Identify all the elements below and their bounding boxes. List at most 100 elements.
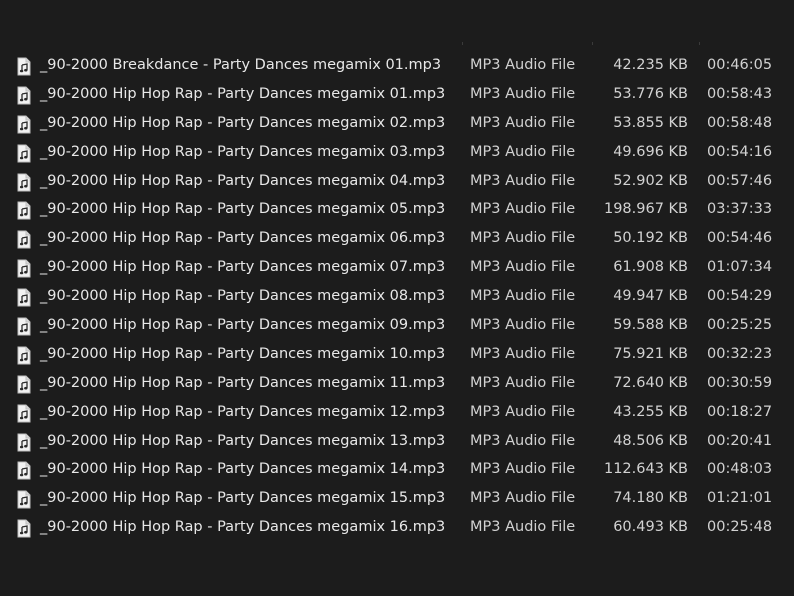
file-row[interactable]: _90-2000 Hip Hop Rap - Party Dances mega… bbox=[0, 111, 794, 140]
file-type: MP3 Audio File bbox=[470, 461, 576, 478]
file-type: MP3 Audio File bbox=[470, 172, 576, 189]
file-size: 42.235 KB bbox=[613, 57, 688, 73]
file-length: 00:54:29 bbox=[707, 288, 773, 305]
file-name: _90-2000 Breakdance - Party Dances megam… bbox=[40, 57, 442, 73]
file-name: _90-2000 Hip Hop Rap - Party Dances mega… bbox=[40, 519, 446, 536]
file-name: _90-2000 Hip Hop Rap - Party Dances mega… bbox=[40, 143, 446, 160]
file-size: 48.506 KB bbox=[613, 432, 688, 449]
file-list: _90-2000 Breakdance - Party Dances megam… bbox=[0, 53, 794, 544]
file-row[interactable]: _90-2000 Hip Hop Rap - Party Dances mega… bbox=[0, 82, 794, 111]
audio-file-icon bbox=[17, 519, 31, 538]
audio-file-icon bbox=[17, 346, 31, 365]
file-size: 60.493 KB bbox=[613, 519, 688, 536]
file-size: 198.967 KB bbox=[603, 201, 688, 218]
file-length: 01:07:34 bbox=[707, 259, 773, 276]
file-size: 61.908 KB bbox=[613, 259, 688, 276]
file-size: 72.640 KB bbox=[613, 374, 688, 391]
file-name: _90-2000 Hip Hop Rap - Party Dances mega… bbox=[40, 317, 446, 334]
file-length: 00:58:48 bbox=[707, 114, 773, 131]
file-size: 112.643 KB bbox=[603, 461, 688, 478]
file-length: 00:48:03 bbox=[707, 461, 773, 478]
column-separator bbox=[592, 42, 593, 45]
file-type: MP3 Audio File bbox=[470, 374, 576, 391]
file-length: 00:57:46 bbox=[707, 172, 773, 189]
file-name: _90-2000 Hip Hop Rap - Party Dances mega… bbox=[40, 114, 446, 131]
file-name: _90-2000 Hip Hop Rap - Party Dances mega… bbox=[40, 85, 446, 102]
file-type: MP3 Audio File bbox=[470, 57, 576, 73]
audio-file-icon bbox=[17, 404, 31, 423]
audio-file-icon bbox=[17, 144, 31, 163]
audio-file-icon bbox=[17, 375, 31, 394]
file-row[interactable]: _90-2000 Hip Hop Rap - Party Dances mega… bbox=[0, 486, 794, 515]
audio-file-icon bbox=[17, 288, 31, 307]
file-row[interactable]: _90-2000 Hip Hop Rap - Party Dances mega… bbox=[0, 255, 794, 284]
audio-file-icon bbox=[17, 230, 31, 249]
file-length: 00:20:41 bbox=[707, 432, 773, 449]
audio-file-icon bbox=[17, 259, 31, 278]
file-type: MP3 Audio File bbox=[470, 345, 576, 362]
file-row[interactable]: _90-2000 Hip Hop Rap - Party Dances mega… bbox=[0, 313, 794, 342]
file-row[interactable]: _90-2000 Hip Hop Rap - Party Dances mega… bbox=[0, 140, 794, 169]
file-row[interactable]: _90-2000 Hip Hop Rap - Party Dances mega… bbox=[0, 197, 794, 226]
file-name: _90-2000 Hip Hop Rap - Party Dances mega… bbox=[40, 172, 446, 189]
file-size: 53.776 KB bbox=[613, 85, 688, 102]
file-row[interactable]: _90-2000 Hip Hop Rap - Party Dances mega… bbox=[0, 457, 794, 486]
file-length: 00:18:27 bbox=[707, 403, 773, 420]
file-name: _90-2000 Hip Hop Rap - Party Dances mega… bbox=[40, 432, 446, 449]
file-name: _90-2000 Hip Hop Rap - Party Dances mega… bbox=[40, 230, 446, 247]
audio-file-icon bbox=[17, 173, 31, 192]
file-type: MP3 Audio File bbox=[470, 259, 576, 276]
audio-file-icon bbox=[17, 57, 31, 76]
file-size: 74.180 KB bbox=[613, 490, 688, 507]
file-length: 00:54:46 bbox=[707, 230, 773, 247]
file-size: 49.696 KB bbox=[613, 143, 688, 160]
file-length: 00:25:25 bbox=[707, 317, 773, 334]
file-length: 00:30:59 bbox=[707, 374, 773, 391]
file-row[interactable]: _90-2000 Hip Hop Rap - Party Dances mega… bbox=[0, 371, 794, 400]
file-row[interactable]: _90-2000 Hip Hop Rap - Party Dances mega… bbox=[0, 226, 794, 255]
file-name: _90-2000 Hip Hop Rap - Party Dances mega… bbox=[40, 201, 446, 218]
file-type: MP3 Audio File bbox=[470, 114, 576, 131]
file-size: 59.588 KB bbox=[613, 317, 688, 334]
file-length: 03:37:33 bbox=[707, 201, 773, 218]
file-length: 00:54:16 bbox=[707, 143, 773, 160]
file-name: _90-2000 Hip Hop Rap - Party Dances mega… bbox=[40, 490, 446, 507]
file-type: MP3 Audio File bbox=[470, 403, 576, 420]
audio-file-icon bbox=[17, 201, 31, 220]
file-name: _90-2000 Hip Hop Rap - Party Dances mega… bbox=[40, 461, 446, 478]
audio-file-icon bbox=[17, 317, 31, 336]
file-row[interactable]: _90-2000 Hip Hop Rap - Party Dances mega… bbox=[0, 342, 794, 371]
file-type: MP3 Audio File bbox=[470, 201, 576, 218]
file-type: MP3 Audio File bbox=[470, 85, 576, 102]
file-type: MP3 Audio File bbox=[470, 432, 576, 449]
file-type: MP3 Audio File bbox=[470, 230, 576, 247]
file-length: 00:46:05 bbox=[707, 57, 773, 73]
file-name: _90-2000 Hip Hop Rap - Party Dances mega… bbox=[40, 259, 446, 276]
file-row[interactable]: _90-2000 Hip Hop Rap - Party Dances mega… bbox=[0, 169, 794, 198]
file-size: 52.902 KB bbox=[613, 172, 688, 189]
file-row[interactable]: _90-2000 Hip Hop Rap - Party Dances mega… bbox=[0, 429, 794, 458]
file-length: 00:58:43 bbox=[707, 85, 773, 102]
audio-file-icon bbox=[17, 86, 31, 105]
file-row[interactable]: _90-2000 Breakdance - Party Dances megam… bbox=[0, 53, 794, 82]
file-row[interactable]: _90-2000 Hip Hop Rap - Party Dances mega… bbox=[0, 515, 794, 544]
file-type: MP3 Audio File bbox=[470, 519, 576, 536]
file-size: 53.855 KB bbox=[613, 114, 688, 131]
column-separator bbox=[699, 42, 700, 45]
file-row[interactable]: _90-2000 Hip Hop Rap - Party Dances mega… bbox=[0, 284, 794, 313]
file-length: 00:32:23 bbox=[707, 345, 773, 362]
column-separator bbox=[462, 42, 463, 45]
audio-file-icon bbox=[17, 115, 31, 134]
audio-file-icon bbox=[17, 433, 31, 452]
file-size: 43.255 KB bbox=[613, 403, 688, 420]
file-row[interactable]: _90-2000 Hip Hop Rap - Party Dances mega… bbox=[0, 400, 794, 429]
file-type: MP3 Audio File bbox=[470, 317, 576, 334]
file-name: _90-2000 Hip Hop Rap - Party Dances mega… bbox=[40, 288, 446, 305]
file-name: _90-2000 Hip Hop Rap - Party Dances mega… bbox=[40, 374, 446, 391]
file-type: MP3 Audio File bbox=[470, 143, 576, 160]
file-length: 00:25:48 bbox=[707, 519, 773, 536]
file-name: _90-2000 Hip Hop Rap - Party Dances mega… bbox=[40, 345, 446, 362]
audio-file-icon bbox=[17, 490, 31, 509]
file-size: 49.947 KB bbox=[613, 288, 688, 305]
file-type: MP3 Audio File bbox=[470, 490, 576, 507]
